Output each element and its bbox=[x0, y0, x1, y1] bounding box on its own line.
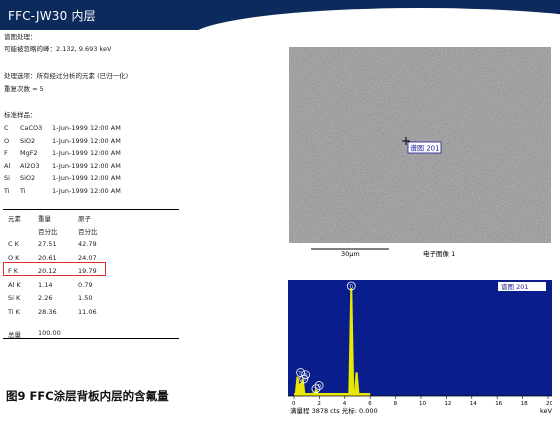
scale-bar: 30μm 电子图像 1 bbox=[289, 246, 455, 258]
standard-std: CaCO3 bbox=[20, 124, 43, 132]
col-atomic-header: 原子 bbox=[78, 215, 91, 223]
result-wt: 1.14 bbox=[38, 280, 53, 289]
table-bottom-rule bbox=[3, 338, 179, 339]
spectrum-title: 谱图 201 bbox=[501, 282, 528, 291]
x-axis-label: keV bbox=[540, 407, 552, 415]
eds-spectrum-chart: 谱图 201 TiTi TiTiTiTi 0 2 4 6 8 10 12 14 16 18 20 满量… bbox=[288, 280, 552, 415]
processing-label: 谱图处理： bbox=[4, 33, 37, 41]
result-el: O K bbox=[8, 253, 20, 262]
standard-std: Al2O3 bbox=[20, 161, 40, 170]
scale-bar-label: 30μm bbox=[341, 250, 360, 258]
result-wt: 27.51 bbox=[38, 240, 57, 248]
col-weight-unit: 百分比 bbox=[38, 228, 58, 236]
standard-el: Ti bbox=[4, 186, 10, 195]
standard-el: Si bbox=[4, 174, 10, 182]
standards-label: 标准样品： bbox=[4, 111, 37, 119]
standard-std: Ti bbox=[20, 186, 26, 195]
page-title: FFC-JW30 内层 bbox=[8, 9, 96, 23]
iterations: 重复次数 = 5 bbox=[4, 85, 44, 93]
x-tick-label: 14 bbox=[470, 401, 477, 407]
x-tick-label: 18 bbox=[521, 401, 528, 407]
standard-date: 1-Jun-1999 12:00 AM bbox=[52, 136, 121, 145]
standard-date: 1-Jun-1999 12:00 AM bbox=[52, 174, 121, 182]
sem-image-label: 电子图像 1 bbox=[423, 249, 455, 258]
x-tick-label: 8 bbox=[394, 401, 398, 407]
col-atomic-unit: 百分比 bbox=[78, 228, 98, 236]
total-label: 总量 bbox=[8, 331, 21, 339]
peak-label: Ti bbox=[301, 377, 306, 383]
result-el: C K bbox=[8, 240, 19, 248]
spectrum-plot-area bbox=[288, 280, 552, 396]
standard-date: 1-Jun-1999 12:00 AM bbox=[52, 186, 121, 195]
result-at: 42.79 bbox=[78, 240, 97, 248]
standard-std: SiO2 bbox=[20, 136, 36, 145]
standard-el: O bbox=[4, 136, 10, 145]
standard-date: 1-Jun-1999 12:00 AM bbox=[52, 149, 121, 157]
peak-label: Ti bbox=[313, 387, 318, 393]
standard-std: SiO2 bbox=[20, 174, 36, 182]
standard-date: 1-Jun-1999 12:00 AM bbox=[52, 161, 121, 170]
result-at: 24.07 bbox=[78, 253, 97, 262]
result-el: Ti K bbox=[8, 307, 20, 316]
result-at: 11.06 bbox=[78, 307, 97, 316]
result-at: 1.50 bbox=[78, 294, 93, 302]
peak-label: Ti bbox=[348, 284, 353, 290]
result-el: Si K bbox=[8, 294, 21, 302]
x-tick-label: 12 bbox=[444, 401, 451, 407]
col-element-header: 元素 bbox=[8, 215, 21, 223]
fluorine-highlight-box bbox=[3, 262, 106, 276]
result-at: 0.79 bbox=[78, 280, 93, 289]
table-top-rule bbox=[3, 209, 179, 210]
col-weight-header: 重量 bbox=[38, 215, 51, 223]
standard-std: MgF2 bbox=[20, 149, 38, 157]
figure-caption: 图9 FFC涂层背板内层的含氟量 bbox=[6, 389, 169, 403]
x-tick-label: 10 bbox=[419, 401, 426, 407]
x-axis-ticks: 0 2 4 6 8 10 12 14 16 18 20 bbox=[292, 396, 552, 407]
sem-image: 谱图 201 bbox=[289, 47, 551, 243]
total-value: 100.00 bbox=[38, 329, 61, 337]
standard-el: Al bbox=[4, 161, 11, 170]
omitted-peaks: 可能被忽略的峰：2.132, 9.693 keV bbox=[4, 45, 112, 53]
header-banner: FFC-JW30 内层 bbox=[0, 0, 560, 30]
spectrum-marker-label: 谱图 201 bbox=[410, 144, 440, 153]
result-wt: 28.36 bbox=[38, 307, 57, 316]
processing-options: 处理选项：所有经过分析的元素 (已归一化) bbox=[4, 72, 129, 80]
standard-el: C bbox=[4, 124, 9, 132]
result-el: Al K bbox=[8, 280, 21, 289]
standard-date: 1-Jun-1999 12:00 AM bbox=[52, 124, 121, 132]
x-tick-label: 16 bbox=[495, 401, 502, 407]
standard-el: F bbox=[4, 149, 8, 157]
sem-footer: 30μm 电子图像 1 bbox=[289, 243, 551, 258]
result-wt: 20.61 bbox=[38, 253, 57, 262]
spectrum-footer: 满量程 3878 cts 光标: 0.000 bbox=[290, 406, 378, 415]
result-wt: 2.26 bbox=[38, 294, 53, 302]
